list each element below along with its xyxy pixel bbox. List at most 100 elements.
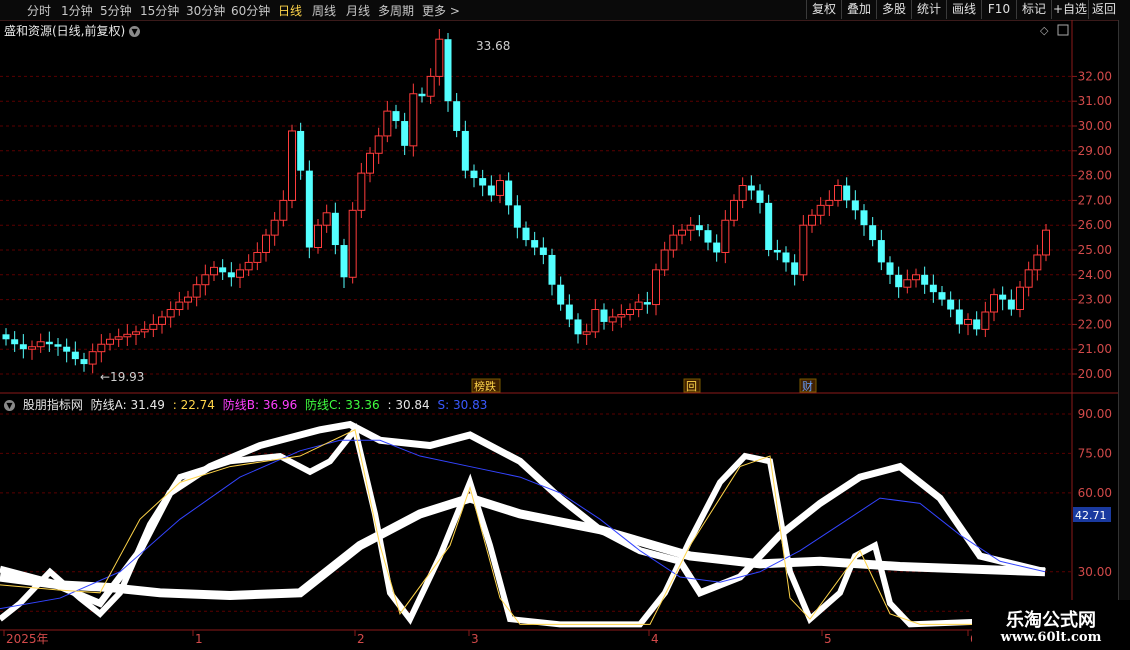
candle-body [964,318,972,325]
period-tab-1min[interactable]: 1分钟 [61,2,93,19]
candle-body [773,250,781,253]
back-button[interactable]: 返回 [1088,0,1119,19]
candle-body [582,331,591,335]
candle-body [834,185,842,201]
period-tab-fenshi[interactable]: 分时 [27,2,51,19]
chevron-down-icon[interactable]: ▼ [4,400,15,411]
candle-body [704,230,712,243]
period-tab-15min[interactable]: 15分钟 [140,2,179,19]
candle-body [730,199,738,221]
candle-body [851,200,859,211]
candle-body [531,240,539,248]
ind-tick-label: 75.00 [1078,446,1112,460]
candle-body [678,229,686,236]
candle-body [981,311,990,330]
candle-body [270,219,279,236]
candle-body [97,343,106,353]
chevron-down-icon[interactable]: ▼ [129,26,141,37]
price-tick-label: 20.00 [1078,367,1112,381]
line-s [0,439,1046,610]
candle-body [695,225,703,231]
candle-body [955,309,963,325]
candle-body [348,209,357,278]
candle-body [860,210,868,226]
candle-body [565,304,573,320]
candle-body [11,339,19,345]
candle-body [999,294,1007,300]
candle-body [340,245,348,278]
candle-body [591,309,600,333]
legend-item: : 30.84 [387,398,430,412]
candle-body [617,313,626,318]
candle-body [886,262,894,275]
legend-item: 防线C: 33.36 [305,398,380,412]
candle-body [453,101,461,131]
event-mark-box [799,378,817,393]
candle-body [487,185,495,196]
period-tab-weekly[interactable]: 周线 [312,2,336,19]
right-scroll-strip[interactable] [1118,20,1130,650]
candle-body [279,199,288,221]
draw-line-button[interactable]: 画线 [946,0,981,19]
watermark: 乐淘公式网 www.60lt.com [972,600,1130,650]
price-tick-label: 29.00 [1078,144,1112,158]
candle-body [643,302,651,305]
legend-item: : 22.74 [172,398,215,412]
time-tick-label: 4 [651,632,659,646]
candle-body [253,251,262,263]
candle-body [1033,254,1042,271]
candle-body [522,227,530,241]
period-tab-monthly[interactable]: 月线 [346,2,370,19]
candle-body [54,344,62,347]
statistics-button[interactable]: 统计 [911,0,946,19]
period-tab-30min[interactable]: 30分钟 [186,2,225,19]
add-watchlist-button[interactable]: +自选 [1051,0,1088,19]
stock-title[interactable]: 盛和资源(日线,前复权) ▼ [4,22,141,39]
candle-body [505,180,513,206]
window-icon [1057,24,1069,36]
candle-body [574,319,582,335]
candle-body [799,224,808,276]
candle-body [756,190,764,203]
price-tick-label: 30.00 [1078,119,1112,133]
period-tab-more[interactable]: 更多 > [422,2,460,19]
candle-body [713,242,721,253]
candle-body [435,38,444,77]
candle-body [816,204,825,216]
ind-tick-label: 60.00 [1078,486,1112,500]
candle-body [140,328,149,333]
candle-body [63,346,71,352]
candle-body [392,111,400,122]
candle-body [45,341,53,345]
mark-button[interactable]: 标记 [1016,0,1051,19]
fuquan-button[interactable]: 复权 [806,0,841,19]
candle-body [938,292,946,300]
time-tick-label: 3 [471,632,479,646]
candle-body [548,254,556,285]
multi-stock-button[interactable]: 多股 [876,0,911,19]
period-tab-multi[interactable]: 多周期 [378,2,414,19]
period-tab-daily[interactable]: 日线 [278,2,302,19]
candle-body [88,351,97,365]
candle-body [921,274,929,285]
period-tab-5min[interactable]: 5分钟 [100,2,132,19]
candle-body [36,341,45,348]
legend-item: S: 30.83 [437,398,488,412]
candle-body [1024,269,1033,288]
time-tick-label: 2025年 [6,632,49,646]
candle-body [314,224,322,249]
period-toolbar: 分时 1分钟 5分钟 15分钟 30分钟 60分钟 日线 周线 月线 多周期 更… [0,0,1130,21]
time-tick-label: 5 [824,632,832,646]
overlay-button[interactable]: 叠加 [841,0,876,19]
candle-body [322,212,331,226]
candle-body [1007,299,1015,310]
price-tick-label: 24.00 [1078,268,1112,282]
candle-body [470,170,478,179]
indicator-name: 股朋指标网 [22,398,83,412]
event-mark-label: 财 [802,379,813,393]
candle-body [426,75,435,97]
f10-button[interactable]: F10 [981,0,1016,19]
period-tab-60min[interactable]: 60分钟 [231,2,270,19]
candle-body [132,331,140,335]
candle-body [123,333,132,338]
